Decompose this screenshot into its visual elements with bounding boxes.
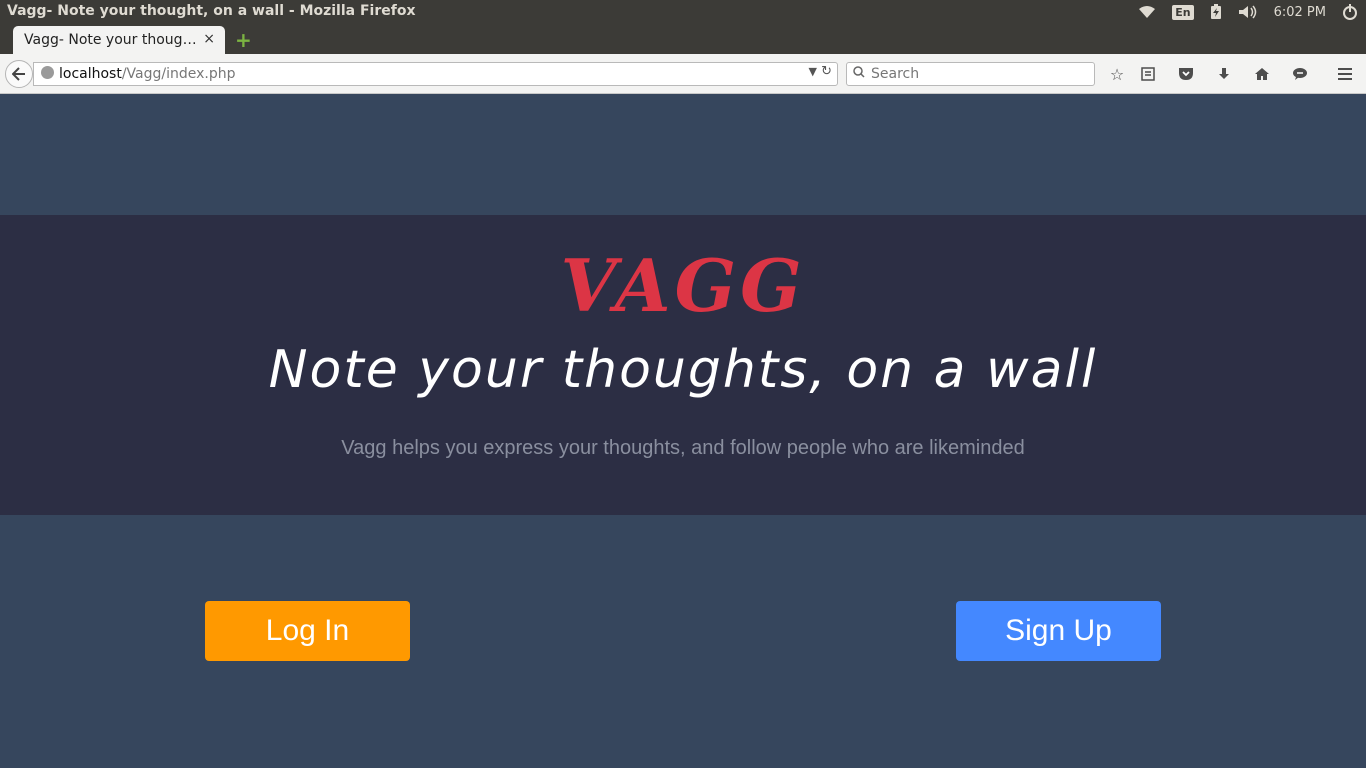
- url-host: localhost: [59, 66, 122, 82]
- back-button[interactable]: [5, 60, 33, 88]
- chat-icon[interactable]: [1289, 63, 1311, 85]
- tab-vagg[interactable]: Vagg- Note your though... ×: [13, 26, 225, 54]
- login-button[interactable]: Log In: [205, 601, 410, 661]
- url-bar[interactable]: localhost/Vagg/index.php ▼ ↻: [33, 62, 838, 86]
- power-gear-icon[interactable]: [1342, 4, 1358, 20]
- brand-logo: VAGG: [560, 243, 806, 328]
- clock[interactable]: 6:02 PM: [1274, 5, 1326, 20]
- url-history-dropdown-icon[interactable]: ▼: [809, 65, 817, 78]
- pocket-icon[interactable]: [1175, 63, 1197, 85]
- tab-close-icon[interactable]: ×: [203, 31, 215, 47]
- keyboard-layout-indicator[interactable]: En: [1172, 4, 1194, 20]
- hero-section: VAGG Note your thoughts, on a wall Vagg …: [0, 215, 1366, 515]
- reading-list-icon[interactable]: [1137, 63, 1159, 85]
- new-tab-button[interactable]: +: [235, 28, 252, 52]
- tab-strip: Vagg- Note your though... × +: [0, 24, 1366, 54]
- search-input[interactable]: [871, 65, 1081, 83]
- search-box[interactable]: [846, 62, 1095, 86]
- tab-title: Vagg- Note your though...: [24, 32, 200, 48]
- globe-icon: [41, 66, 54, 79]
- bookmark-star-icon[interactable]: ☆: [1106, 63, 1128, 85]
- os-top-panel: Vagg- Note your thought, on a wall - Moz…: [0, 0, 1366, 24]
- search-icon: [853, 66, 865, 82]
- menu-icon[interactable]: [1334, 63, 1356, 85]
- signup-button[interactable]: Sign Up: [956, 601, 1161, 661]
- url-text[interactable]: localhost/Vagg/index.php: [59, 66, 236, 82]
- home-icon[interactable]: [1251, 63, 1273, 85]
- window-title: Vagg- Note your thought, on a wall - Moz…: [7, 3, 416, 19]
- tagline: Note your thoughts, on a wall: [268, 340, 1098, 400]
- navigation-toolbar: localhost/Vagg/index.php ▼ ↻ ☆: [0, 54, 1366, 94]
- subtitle: Vagg helps you express your thoughts, an…: [341, 437, 1025, 459]
- keyboard-layout-label: En: [1172, 4, 1194, 20]
- system-tray: En 6:02 PM: [1130, 0, 1366, 24]
- download-icon[interactable]: [1213, 63, 1235, 85]
- reload-icon[interactable]: ↻: [821, 64, 832, 79]
- wifi-icon[interactable]: [1138, 5, 1156, 19]
- arrow-left-icon: [12, 67, 25, 81]
- battery-icon[interactable]: [1210, 4, 1222, 20]
- url-path: /Vagg/index.php: [121, 66, 236, 82]
- page-content: VAGG Note your thoughts, on a wall Vagg …: [0, 95, 1366, 768]
- volume-icon[interactable]: [1238, 5, 1258, 19]
